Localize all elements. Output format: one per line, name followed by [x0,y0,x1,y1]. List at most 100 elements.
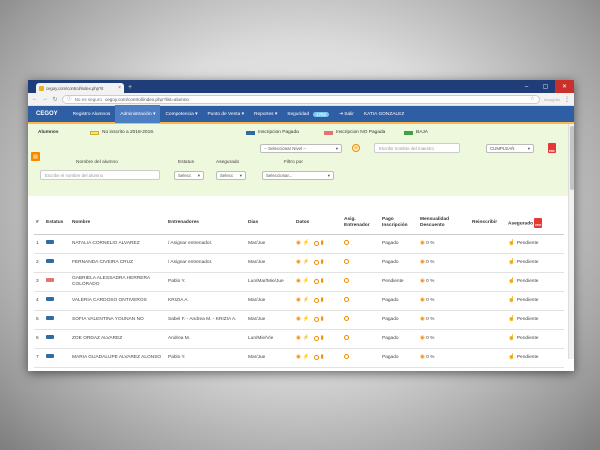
table-row: 5 SOFIA VALENTINA YOUNAN NO Sabel F. - And… [34,310,564,330]
view-eye-icon[interactable]: ◉ [420,259,425,265]
row-asegurado[interactable]: ☝ Pendiente [506,253,564,273]
cumple-select[interactable]: CUMPLEAÑ ▾ [486,144,534,153]
export-side-icon[interactable]: ▤ [31,152,40,161]
view-eye-icon[interactable]: ◉ [296,316,301,322]
row-dias: Mar/Jue [246,348,294,368]
row-asegurado[interactable]: ☝ Pendiente [506,310,564,330]
page-scrollbar[interactable] [568,124,574,359]
close-window-button[interactable]: ✕ [555,80,574,93]
reload-icon[interactable]: ↻ [52,96,58,103]
options-circle-icon[interactable] [313,240,319,246]
delete-trash-icon[interactable]: ▮ [321,259,324,265]
nivel-select[interactable]: -- Seleccionar Nivel -- ▾ [260,144,342,153]
maestro-search-input[interactable]: Escribir nombre del maestro [374,143,460,153]
row-reinscribir [470,272,506,292]
options-circle-icon[interactable] [313,259,319,265]
view-eye-icon[interactable]: ◉ [420,240,425,246]
row-asegurado[interactable]: ☝ Pendiente [506,234,564,254]
seguridad-badge: 1762 [313,111,329,117]
view-eye-icon[interactable]: ◉ [296,278,301,284]
pdf-export-icon[interactable]: PDF [548,143,556,153]
row-entrenadores: Sabel F. - Andrea M. - KRIZIA A. [166,310,246,330]
nav-reportes[interactable]: Reportes ▾ [249,105,282,123]
edit-bolt-icon[interactable]: ⚡ [303,354,310,360]
edit-bolt-icon[interactable]: ⚡ [303,297,310,303]
row-datos: ◉ ⚡ ▮ [294,234,342,254]
nav-competencia[interactable]: Competencia ▾ [160,105,202,123]
estatus-select[interactable]: Selecc ▾ [174,171,204,180]
status-swatch [46,278,54,282]
scrollbar-thumb[interactable] [570,126,574,190]
row-datos: ◉ ⚡ ▮ [294,272,342,292]
row-asegurado[interactable]: ☝ Pendiente [506,272,564,292]
assign-coach-icon[interactable] [344,239,349,245]
options-circle-icon[interactable] [313,278,319,284]
star-icon[interactable]: ☆ [530,96,535,102]
row-asegurado[interactable]: ☝ Pendiente [506,291,564,311]
view-eye-icon[interactable]: ◉ [296,240,301,246]
row-asegurado[interactable]: ☝ Pendiente [506,329,564,349]
view-eye-icon[interactable]: ◉ [420,297,425,303]
filtro-select[interactable]: Seleccionar... ▾ [262,171,334,180]
view-eye-icon[interactable]: ◉ [296,335,301,341]
nav-seguridad-label: Seguridad [287,111,310,117]
options-circle-icon[interactable] [313,335,319,341]
menu-kebab-icon[interactable]: ⋮ [564,96,570,103]
tab-close-icon[interactable]: × [118,85,121,91]
delete-trash-icon[interactable]: ▮ [321,240,324,246]
minimize-button[interactable]: – [517,80,536,93]
user-name[interactable]: KATIA GONZALEZ [359,105,409,123]
view-eye-icon[interactable]: ◉ [420,316,425,322]
legend-text: Inscripcion Pagada [258,130,299,135]
options-circle-icon[interactable] [313,297,319,303]
nav-registro-alumnos[interactable]: Registro Alumnos [68,105,116,123]
filtro-label: Filtro por [284,160,303,165]
delete-trash-icon[interactable]: ▮ [321,278,324,284]
browser-tab[interactable]: cegoy.com/control/index.php?it × [36,83,124,93]
delete-trash-icon[interactable]: ▮ [321,335,324,341]
edit-bolt-icon[interactable]: ⚡ [303,316,310,322]
view-eye-icon[interactable]: ◉ [420,354,425,360]
delete-trash-icon[interactable]: ▮ [321,354,324,360]
nombre-input[interactable]: Escribe el nombre del alumno [40,170,160,180]
hand-icon: ☝ [508,240,515,246]
forward-icon[interactable]: → [42,96,48,102]
row-dias: Mar/Jue [246,310,294,330]
info-icon[interactable]: ⓘ [67,96,72,102]
assign-coach-icon[interactable] [344,258,349,264]
view-eye-icon[interactable]: ◉ [296,259,301,265]
edit-bolt-icon[interactable]: ⚡ [303,335,310,341]
legend-text: No inscrito a 2018-2019. [102,130,155,135]
view-eye-icon[interactable]: ◉ [420,335,425,341]
edit-bolt-icon[interactable]: ⚡ [303,259,310,265]
assign-coach-icon[interactable] [344,315,349,321]
discount-value: 0 % [426,260,435,265]
options-circle-icon[interactable] [313,316,319,322]
asegurado-select[interactable]: Selecc ▾ [216,171,246,180]
options-circle-icon[interactable] [313,354,319,360]
clear-filter-icon[interactable]: ⊗ [352,144,360,152]
delete-trash-icon[interactable]: ▮ [321,297,324,303]
assign-coach-icon[interactable] [344,334,349,340]
edit-bolt-icon[interactable]: ⚡ [303,240,310,246]
nav-seguridad[interactable]: Seguridad 1762 [282,105,334,123]
assign-coach-icon[interactable] [344,296,349,302]
new-tab-button[interactable]: + [128,83,132,93]
maximize-button[interactable]: ▢ [536,80,555,93]
edit-bolt-icon[interactable]: ⚡ [303,278,310,284]
view-eye-icon[interactable]: ◉ [296,297,301,303]
back-icon[interactable]: ← [32,96,38,102]
brand-logo[interactable]: CEGOY [28,111,68,117]
view-eye-icon[interactable]: ◉ [420,278,425,284]
url-field[interactable]: ⓘ No es seguro cegoy.com/control/index.p… [62,94,540,104]
row-asegurado[interactable]: ☝ Pendiente [506,348,564,368]
nav-salir[interactable]: ⇥ Salir [334,105,359,123]
row-pago: Pagado [380,329,418,349]
delete-trash-icon[interactable]: ▮ [321,316,324,322]
assign-coach-icon[interactable] [344,277,349,283]
assign-coach-icon[interactable] [344,353,349,359]
view-eye-icon[interactable]: ◉ [296,354,301,360]
nav-punto-de-venta[interactable]: Punto de Venta ▾ [202,105,249,123]
nav-administracion[interactable]: Administración ▾ [115,105,161,123]
pdf-icon[interactable]: PDF [534,217,543,228]
